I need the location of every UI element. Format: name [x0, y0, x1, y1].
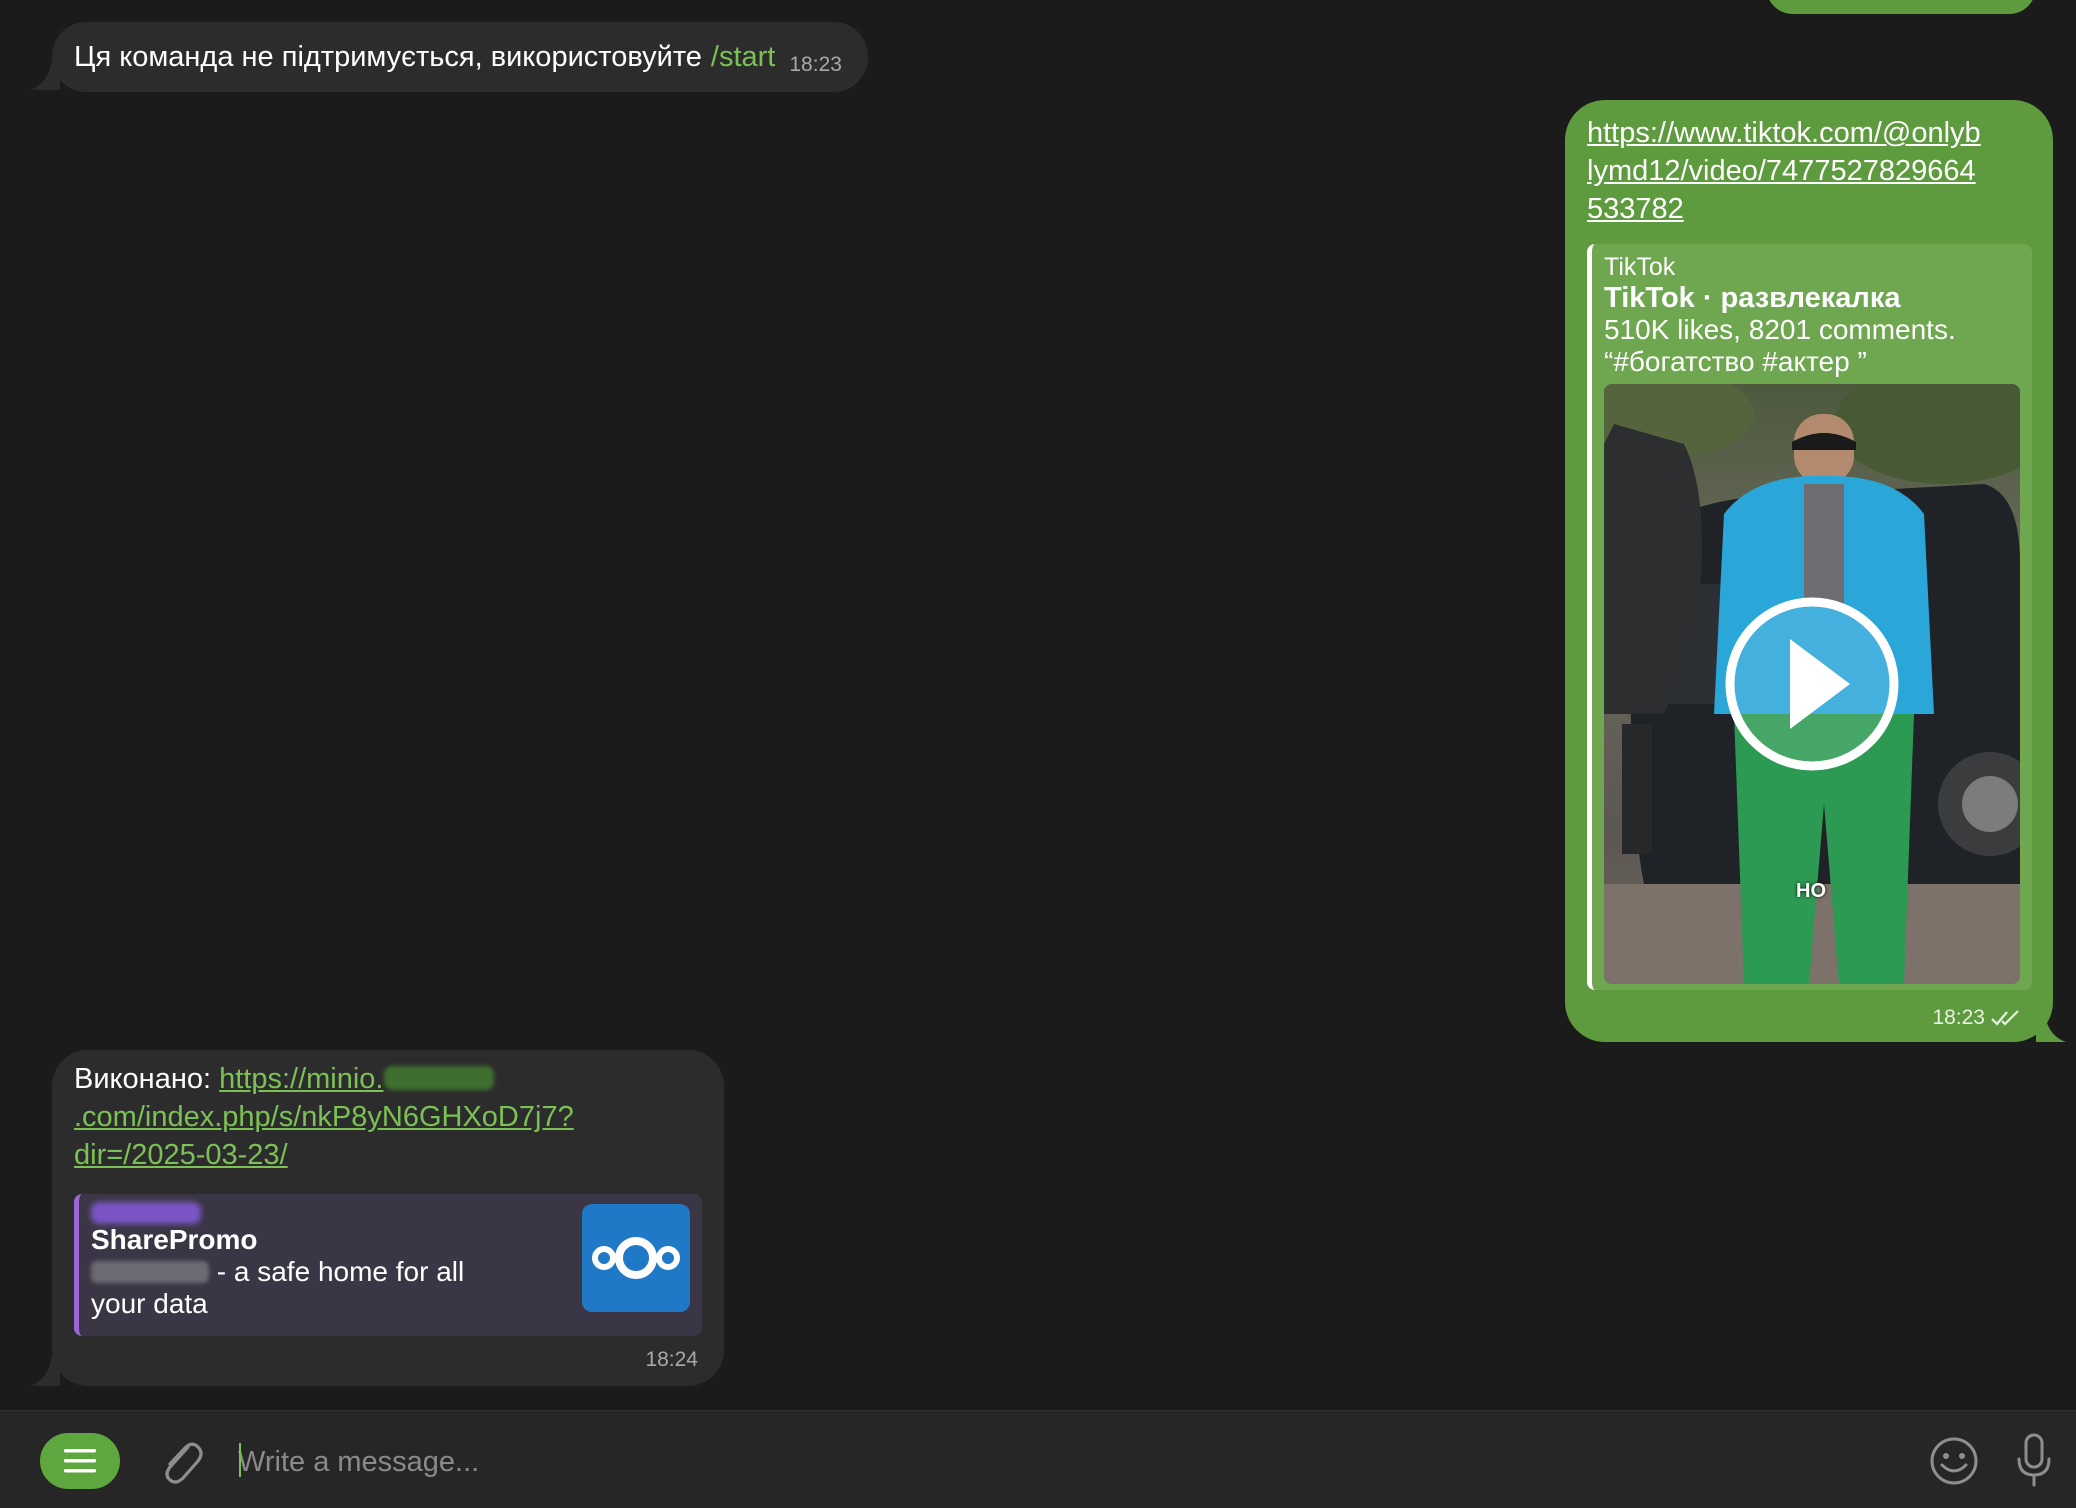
redacted-brand — [91, 1261, 209, 1283]
message-composer — [0, 1410, 2076, 1508]
nextcloud-logo-icon — [582, 1204, 690, 1312]
microphone-icon[interactable] — [2014, 1431, 2054, 1489]
redacted-site-name — [91, 1202, 201, 1224]
message-time: 18:23 — [1932, 1006, 1985, 1029]
message-status: 18:23 — [1932, 1006, 2021, 1030]
preview-title: TikTok · развлекалка — [1604, 282, 1901, 314]
message-time: 18:24 — [645, 1348, 698, 1371]
tiktok-link[interactable]: https://www.tiktok.com/@onlyblymd12/vide… — [1587, 114, 1987, 228]
message-input[interactable] — [236, 1433, 1840, 1491]
video-thumbnail[interactable]: HO — [1604, 384, 2020, 984]
preview-description: - a safe home for all your data — [91, 1256, 465, 1319]
tiktok-link-preview[interactable]: TikTok TikTok · развлекалка 510K likes, … — [1587, 244, 2032, 990]
menu-icon — [64, 1449, 96, 1473]
start-command-link[interactable]: /start — [711, 41, 775, 74]
redacted-domain — [383, 1066, 494, 1090]
paperclip-icon[interactable] — [158, 1437, 204, 1487]
video-caption: HO — [1796, 880, 1826, 902]
chat-history[interactable]: Ця команда не підтримується, використову… — [0, 0, 2076, 1410]
preview-description: 510K likes, 8201 comments. “#богатство #… — [1604, 314, 1956, 377]
message-unsupported-command: Ця команда не підтримується, використову… — [52, 22, 868, 92]
message-time: 18:23 — [789, 53, 842, 76]
message-text: Виконано: https://minio..com/index.php/s… — [74, 1060, 694, 1174]
text-caret — [239, 1443, 241, 1477]
previous-outgoing-bubble — [1766, 0, 2036, 14]
double-check-icon — [1991, 1010, 2019, 1026]
message-tiktok-link: https://www.tiktok.com/@onlyblymd12/vide… — [1565, 100, 2053, 1042]
sharepromo-link-preview[interactable]: SharePromo - a safe home for all your da… — [74, 1194, 702, 1336]
bot-menu-button[interactable] — [40, 1433, 120, 1489]
preview-site-name: TikTok — [1604, 253, 1676, 281]
message-text: Ця команда не підтримується, використову… — [74, 40, 702, 73]
done-label: Виконано: — [74, 1063, 212, 1095]
smile-icon[interactable] — [1928, 1435, 1980, 1487]
message-done: Виконано: https://minio..com/index.php/s… — [52, 1050, 724, 1386]
